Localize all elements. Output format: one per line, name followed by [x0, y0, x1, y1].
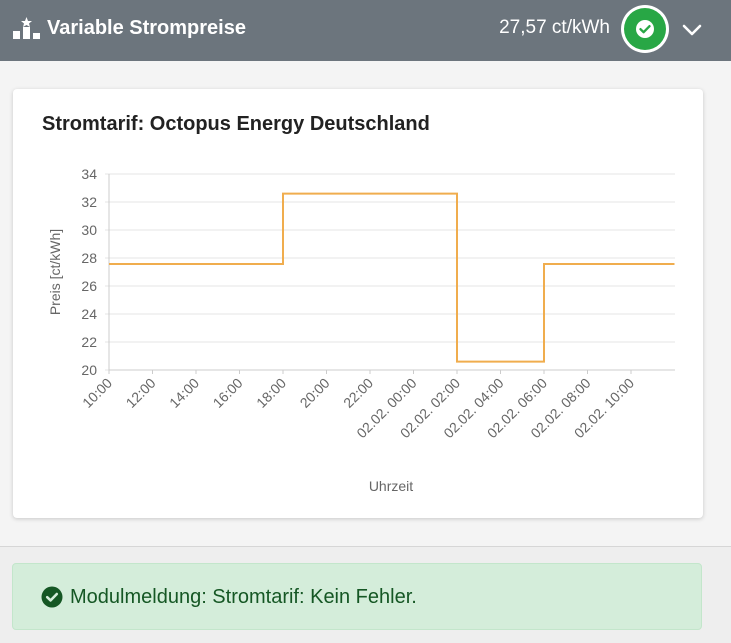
app-header: Variable Strompreise 27,57 ct/kWh: [0, 0, 731, 61]
module-message-alert: Modulmeldung: Stromtarif: Kein Fehler.: [12, 563, 702, 630]
x-tick-label: 22:00: [340, 375, 376, 411]
y-tick-label: 22: [81, 334, 97, 350]
price-series-line: [109, 192, 675, 363]
x-tick-label: 20:00: [297, 375, 333, 411]
x-tick-label: 18:00: [253, 375, 289, 411]
x-axis-title: Uhrzeit: [369, 478, 413, 494]
price-chart: 20 22 24 26 28 30 32 34 10:00 12:00 14:00 16:00 18:0…: [47, 166, 675, 494]
alert-text: Modulmeldung: Stromtarif: Kein Fehler.: [70, 586, 417, 608]
x-tick-label: 16:00: [210, 375, 246, 411]
x-tick-label: 14:00: [166, 375, 202, 411]
header-title: Variable Strompreise: [47, 17, 246, 39]
y-axis-title: Preis [ct/kWh]: [47, 229, 63, 315]
y-tick-label: 28: [81, 250, 97, 266]
y-tick-label: 24: [81, 306, 97, 322]
x-tick-label: 10:00: [79, 375, 115, 411]
current-price: 27,57 ct/kWh: [499, 17, 610, 38]
y-tick-label: 30: [81, 222, 97, 238]
check-circle-icon: [41, 586, 63, 608]
podium-star-icon: [13, 17, 40, 39]
chevron-down-icon[interactable]: [680, 18, 704, 42]
y-tick-label: 32: [81, 194, 97, 210]
tariff-card: Stromtarif: Octopus Energy Deutschland 2…: [13, 89, 703, 518]
x-tick-label: 12:00: [123, 375, 159, 411]
y-tick-label: 20: [81, 362, 97, 378]
y-tick-label: 34: [81, 166, 97, 182]
status-badge: [621, 5, 669, 53]
check-circle-icon: [636, 20, 654, 38]
y-tick-label: 26: [81, 278, 97, 294]
